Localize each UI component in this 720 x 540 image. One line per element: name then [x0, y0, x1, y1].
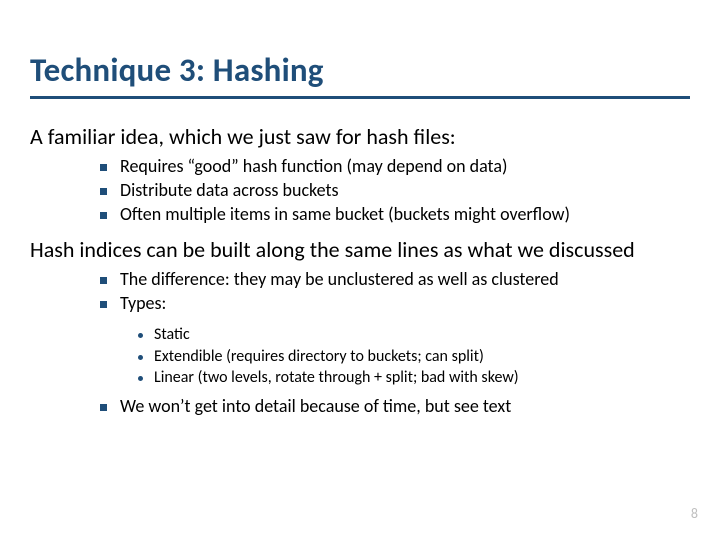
- page-number: 8: [691, 505, 698, 522]
- list-item: We won’t get into detail because of time…: [100, 395, 690, 418]
- bullet-list-3: We won’t get into detail because of time…: [30, 395, 690, 418]
- list-item: Distribute data across buckets: [100, 179, 690, 202]
- list-item: Types:: [100, 292, 690, 315]
- list-item: Often multiple items in same bucket (buc…: [100, 203, 690, 226]
- list-item: The difference: they may be unclustered …: [100, 268, 690, 291]
- intro-paragraph-2: Hash indices can be built along the same…: [30, 236, 690, 264]
- list-item: Static: [138, 325, 690, 345]
- list-item: Linear (two levels, rotate through + spl…: [138, 368, 690, 388]
- intro-paragraph-1: A familiar idea, which we just saw for h…: [30, 123, 690, 151]
- bullet-list-1: Requires “good” hash function (may depen…: [30, 155, 690, 226]
- list-item: Extendible (requires directory to bucket…: [138, 347, 690, 367]
- list-item: Requires “good” hash function (may depen…: [100, 155, 690, 178]
- slide: Technique 3: Hashing A familiar idea, wh…: [0, 0, 720, 540]
- slide-body: A familiar idea, which we just saw for h…: [30, 123, 690, 418]
- sub-bullet-list-types: Static Extendible (requires directory to…: [30, 325, 690, 388]
- title-underline: [30, 96, 690, 99]
- bullet-list-2: The difference: they may be unclustered …: [30, 268, 690, 315]
- slide-title: Technique 3: Hashing: [30, 50, 690, 90]
